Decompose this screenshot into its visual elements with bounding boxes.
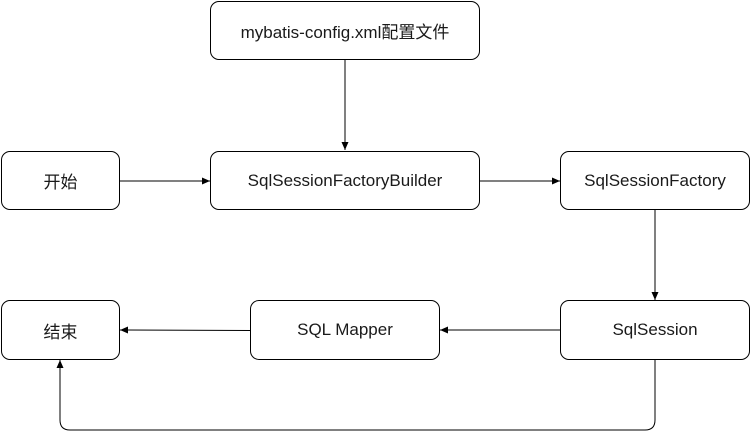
node-session: SqlSession: [560, 300, 750, 360]
node-start-label: 开始: [43, 173, 78, 192]
node-factory-label: SqlSessionFactory: [584, 170, 726, 190]
node-builder: SqlSessionFactoryBuilder: [210, 151, 480, 210]
node-mapper: SQL Mapper: [250, 300, 440, 360]
node-end: 结束: [1, 300, 120, 360]
node-session-label: SqlSession: [612, 320, 698, 339]
edge-mapper-to-end: [119, 326, 251, 334]
node-config-label: mybatis-config.xml配置文件: [240, 23, 450, 42]
node-config: mybatis-config.xml配置文件: [210, 1, 480, 60]
diagram-connectors: [56, 60, 659, 431]
node-start: 开始: [1, 151, 120, 210]
node-mapper-label: SQL Mapper: [297, 320, 393, 339]
node-end-label: 结束: [43, 322, 78, 342]
edge-session-to-end: [56, 360, 656, 431]
node-factory: SqlSessionFactory: [560, 151, 750, 210]
node-builder-label: SqlSessionFactoryBuilder: [247, 170, 443, 190]
